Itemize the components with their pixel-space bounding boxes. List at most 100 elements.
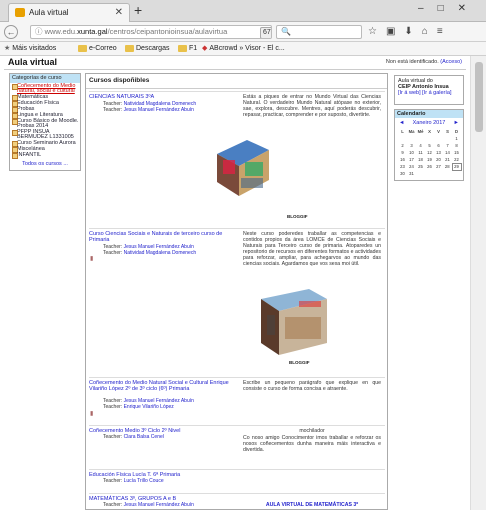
- calendar-day[interactable]: 18: [416, 156, 425, 163]
- all-courses-link[interactable]: Todos os cursos ...: [10, 161, 80, 167]
- zoom-indicator[interactable]: 67%: [260, 27, 271, 38]
- calendar-day[interactable]: 14: [443, 149, 452, 156]
- calendar-day: [452, 170, 461, 177]
- calendar-day[interactable]: 25: [416, 163, 425, 170]
- calendar-day[interactable]: 23: [398, 163, 407, 170]
- calendar-day[interactable]: 1: [452, 135, 461, 142]
- bookmark-descargas[interactable]: Descargas: [125, 42, 169, 55]
- calendar-day[interactable]: 26: [425, 163, 434, 170]
- search-input[interactable]: 🔍: [276, 25, 362, 39]
- calendar-month[interactable]: Xaneiro 2017: [413, 120, 446, 126]
- teacher-link[interactable]: Natividad Magdalena Domenech: [124, 250, 197, 256]
- calendar-day[interactable]: 4: [416, 142, 425, 149]
- bookmark-f1[interactable]: F1: [178, 42, 197, 55]
- teacher-link[interactable]: Jesus Manuel Fernández Abuín: [124, 107, 194, 113]
- course-categories-panel: Categorías de curso Coñecemento do Medio…: [9, 73, 81, 171]
- bookmark-e-correo[interactable]: e-Correo: [78, 42, 117, 55]
- search-icon: 🔍: [281, 27, 291, 36]
- next-month-icon[interactable]: ►: [454, 118, 459, 128]
- calendar-day[interactable]: 7: [443, 142, 452, 149]
- calendar-day[interactable]: 13: [434, 149, 443, 156]
- close-tab-icon[interactable]: ✕: [115, 4, 123, 21]
- calendar-day[interactable]: 20: [434, 156, 443, 163]
- course-title-link[interactable]: Curso Ciencias Sociais e Naturais de ter…: [89, 231, 239, 243]
- calendar-day[interactable]: 31: [407, 170, 416, 177]
- teacher-link[interactable]: Jesus Manuel Fernández Abuín: [124, 502, 194, 508]
- calendar-day[interactable]: 10: [407, 149, 416, 156]
- weekday-label: D: [454, 129, 459, 134]
- calendar-day[interactable]: 2: [398, 142, 407, 149]
- login-link[interactable]: (Acceso): [440, 59, 462, 65]
- prev-month-icon[interactable]: ◄: [399, 118, 404, 128]
- course-item: Educación Física Lucía T. 6ª Primaria Te…: [89, 469, 385, 491]
- site-header: Aula virtual Non está identificado. (Acc…: [0, 56, 470, 68]
- course-description: Neste curso poderedes traballar as compe…: [243, 231, 381, 267]
- course-info-icon: ▮: [90, 256, 94, 262]
- course-info-icon: ▮: [90, 411, 94, 417]
- back-arrow-icon[interactable]: ←: [4, 25, 18, 39]
- category-item[interactable]: INFANTIL: [10, 152, 80, 159]
- browser-tab[interactable]: Aula virtual ✕: [8, 3, 130, 22]
- login-info: Non está identificado. (Acceso): [386, 59, 462, 65]
- calendar-day: [416, 170, 425, 177]
- course-description-title: mochilador: [299, 428, 325, 434]
- school-links[interactable]: [Ir á web] [Ir á galería]: [398, 90, 460, 96]
- folder-icon: [125, 45, 134, 52]
- bookmark-abcrowd[interactable]: ◆ ABcrowd » Visor - El c...: [202, 42, 285, 55]
- calendar-day[interactable]: 8: [452, 142, 461, 149]
- calendar-day[interactable]: 11: [416, 149, 425, 156]
- url-path: /centros/ceipantonioinsua/aulavirtua: [107, 27, 228, 36]
- teacher-role: Teacher:: [103, 107, 123, 113]
- weekday-label: S: [446, 129, 449, 134]
- calendar-day[interactable]: 28: [443, 163, 452, 170]
- scrollbar-thumb[interactable]: [475, 62, 483, 132]
- course-teacher: Teacher: Lucía Trillo Couce: [103, 478, 164, 484]
- calendar-day[interactable]: 12: [425, 149, 434, 156]
- calendar-day[interactable]: 3: [407, 142, 416, 149]
- calendar-day[interactable]: 24: [407, 163, 416, 170]
- calendar-day[interactable]: 19: [425, 156, 434, 163]
- weekday-label: X: [428, 129, 431, 134]
- calendar-day[interactable]: 6: [434, 142, 443, 149]
- course-teacher: Teacher: Jesus Manuel Fernández Abuín: [103, 107, 194, 113]
- calendar-day[interactable]: 16: [398, 156, 407, 163]
- calendar-day: [443, 170, 452, 177]
- calendar-day[interactable]: 27: [434, 163, 443, 170]
- new-tab-icon[interactable]: +: [134, 2, 142, 18]
- url-bar[interactable]: ⓘ www.edu.xunta.gal/centros/ceipantonioi…: [30, 25, 272, 39]
- bookmark-most-visited[interactable]: ★ Máis visitados: [4, 42, 56, 55]
- course-title-link[interactable]: Coñecemento do Medio Natural Social e Cu…: [89, 380, 237, 392]
- weekday-label: V: [437, 129, 440, 134]
- toolbar-icons[interactable]: ☆▣⬇⌂≡: [368, 26, 452, 37]
- window-controls[interactable]: –□✕: [418, 3, 480, 14]
- calendar-day[interactable]: 29: [451, 162, 462, 171]
- category-item[interactable]: Curso Básico de Moodle. Probas 2014: [10, 118, 80, 129]
- bookmark-label: Máis visitados: [12, 45, 57, 52]
- category-item[interactable]: PFPP INSUA BERMUDEZ L1331005: [10, 129, 80, 140]
- course-description: Co noso amigo Conocimentor imos traballa…: [243, 435, 381, 453]
- calendar-day: [407, 135, 416, 142]
- classroom-animation-image: [261, 289, 327, 355]
- teacher-link[interactable]: Lucía Trillo Couce: [124, 478, 164, 484]
- teacher-link[interactable]: Enrique Vilariño López: [124, 404, 174, 410]
- weekday-label: L: [401, 129, 404, 134]
- bookmarks-bar: ★ Máis visitados e-Correo Descargas F1 ◆ A…: [0, 42, 486, 56]
- bookmark-label: F1: [189, 45, 198, 52]
- calendar-day[interactable]: 22: [452, 156, 461, 163]
- category-item[interactable]: Coñecemento do Medio natural, social e c…: [10, 83, 80, 94]
- course-description: Estás a piques de entrar no Mundo Virtua…: [243, 94, 381, 118]
- info-icon: ⓘ: [35, 27, 45, 36]
- calendar-day[interactable]: 5: [425, 142, 434, 149]
- calendar-day[interactable]: 30: [398, 170, 407, 177]
- tab-title: Aula virtual: [29, 8, 69, 17]
- teacher-link[interactable]: Clara Balsa Cenel: [124, 434, 164, 440]
- calendar-day[interactable]: 17: [407, 156, 416, 163]
- calendar-day[interactable]: 9: [398, 149, 407, 156]
- course-teacher: Teacher: Clara Balsa Cenel: [103, 434, 164, 440]
- page-scrollbar[interactable]: [470, 56, 486, 510]
- tab-bar: Aula virtual ✕ + –□✕: [0, 0, 486, 22]
- calendar-day[interactable]: 15: [452, 149, 461, 156]
- course-title-link[interactable]: CIENCIAS NATURAIS 3ºA: [89, 94, 239, 100]
- calendar-day[interactable]: 21: [443, 156, 452, 163]
- course-teacher: Teacher: Enrique Vilariño López: [103, 404, 174, 410]
